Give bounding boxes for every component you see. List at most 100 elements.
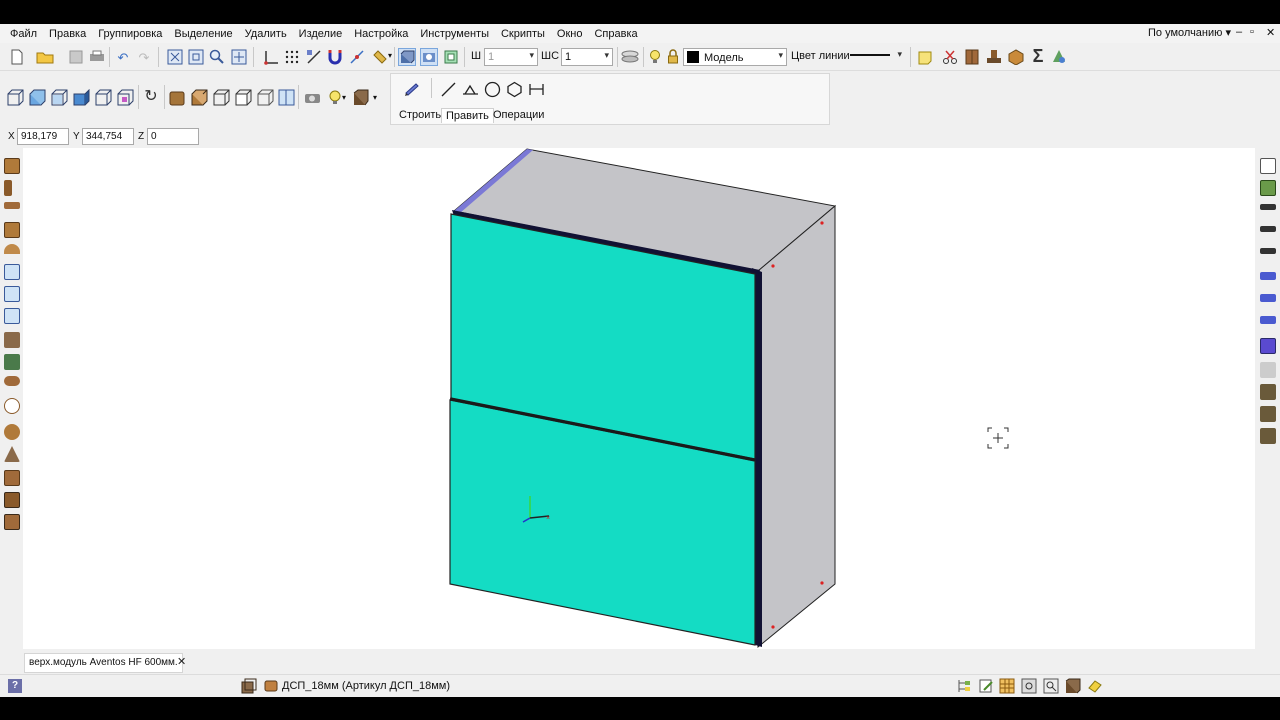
layer-visible-bulb-icon[interactable]: [646, 48, 664, 66]
y-coordinate-input[interactable]: 344,754: [82, 128, 134, 145]
tab-build[interactable]: Строить: [395, 108, 445, 122]
redo-icon[interactable]: ↷: [135, 48, 153, 66]
status-settings-icon[interactable]: [1020, 677, 1038, 695]
view-iso-icon[interactable]: [116, 88, 134, 106]
groove-add-icon[interactable]: [1260, 406, 1276, 422]
tab-operations[interactable]: Операции: [489, 108, 548, 122]
layers-icon[interactable]: [621, 48, 639, 66]
undo-icon[interactable]: ↶: [114, 48, 132, 66]
grid-snap-icon[interactable]: [283, 48, 301, 66]
panel-box-icon[interactable]: [4, 158, 20, 174]
measure-dropdown-arrow[interactable]: ▾: [388, 51, 392, 60]
draw-select-icon[interactable]: [403, 80, 421, 98]
dimension-add-icon[interactable]: [1260, 226, 1276, 232]
pan-icon[interactable]: [230, 48, 248, 66]
groove-remove-icon[interactable]: [1260, 428, 1276, 444]
bent-panel-icon[interactable]: [4, 376, 20, 386]
material-icon[interactable]: [1260, 338, 1276, 354]
dimension-remove-icon[interactable]: [1260, 248, 1276, 254]
view-top-icon[interactable]: [28, 88, 46, 106]
zoom-extents-icon[interactable]: [166, 48, 184, 66]
menu-product[interactable]: Изделие: [293, 28, 349, 40]
status-search-icon[interactable]: [1042, 677, 1060, 695]
extrude-icon[interactable]: [4, 470, 20, 486]
drawer-icon[interactable]: [4, 492, 20, 508]
layer-combo[interactable]: Модель ▾: [683, 48, 787, 66]
edge-band-icon[interactable]: [1260, 272, 1276, 280]
box-icon[interactable]: [1007, 48, 1025, 66]
view-left-icon[interactable]: [50, 88, 68, 106]
preset-dropdown[interactable]: По умолчанию ▾: [1148, 26, 1231, 39]
outline-mode-icon[interactable]: [256, 88, 274, 106]
rotate-view-icon[interactable]: ↻: [142, 88, 160, 106]
view-front-icon[interactable]: [6, 88, 24, 106]
menu-help[interactable]: Справка: [588, 28, 643, 40]
hidden-line-icon[interactable]: [234, 88, 252, 106]
line-color-combo[interactable]: ▾: [847, 48, 905, 66]
status-material-panel-icon[interactable]: [240, 677, 258, 695]
line-style-combo[interactable]: 1 ▾: [561, 48, 613, 66]
facade-icon[interactable]: [4, 514, 20, 530]
print-icon[interactable]: [88, 48, 106, 66]
door-icon[interactable]: [4, 354, 20, 370]
menu-edit[interactable]: Правка: [43, 28, 92, 40]
status-cabinet-icon[interactable]: [1064, 677, 1082, 695]
edge-band-add-icon[interactable]: [1260, 294, 1276, 302]
texture-icon[interactable]: [1260, 362, 1276, 378]
new-file-icon[interactable]: [8, 48, 26, 66]
snap-point-icon[interactable]: [348, 48, 366, 66]
camera-icon[interactable]: [303, 88, 321, 106]
vertical-split-icon[interactable]: [4, 286, 20, 302]
cabinet-icon[interactable]: [963, 48, 981, 66]
tab-edit[interactable]: Править: [441, 108, 494, 123]
zoom-icon[interactable]: [208, 48, 226, 66]
close-tab-icon[interactable]: ✕: [177, 655, 186, 668]
polyline-tool-icon[interactable]: [461, 80, 479, 98]
sum-icon[interactable]: Σ: [1029, 47, 1047, 65]
edge-band-remove-icon[interactable]: [1260, 316, 1276, 324]
properties-icon[interactable]: [1260, 158, 1276, 174]
3d-viewport[interactable]: ×: [23, 148, 1255, 649]
shelf-icon[interactable]: [4, 332, 20, 348]
magnet-icon[interactable]: [326, 48, 344, 66]
status-tree-icon[interactable]: [955, 677, 973, 695]
status-note-icon[interactable]: [1086, 677, 1104, 695]
polygon-tool-icon[interactable]: [505, 80, 523, 98]
restore-button[interactable]: ▫: [1250, 26, 1254, 38]
document-tab[interactable]: верх.модуль Aventos HF 600мм.: [24, 653, 183, 673]
horizontal-panel-icon[interactable]: [4, 202, 20, 209]
pyramid-icon[interactable]: [4, 446, 20, 462]
furniture-icon[interactable]: [985, 48, 1003, 66]
shaded-edges-icon[interactable]: [190, 88, 208, 106]
light-dropdown-arrow[interactable]: ▾: [342, 93, 346, 102]
status-edit-icon[interactable]: [977, 677, 995, 695]
model-tree-icon[interactable]: [1260, 180, 1276, 196]
scene-icon[interactable]: [1050, 48, 1068, 66]
menu-tools[interactable]: Инструменты: [414, 28, 495, 40]
front-panel-icon[interactable]: [4, 222, 20, 238]
circle-tool-icon[interactable]: [483, 80, 501, 98]
view-back-icon[interactable]: [94, 88, 112, 106]
cabinet-model[interactable]: ×: [23, 148, 1255, 649]
cut-scissors-icon[interactable]: [941, 48, 959, 66]
save-icon[interactable]: [67, 48, 85, 66]
groove-icon[interactable]: [1260, 384, 1276, 400]
vertical-panel-icon[interactable]: [4, 180, 12, 196]
x-coordinate-input[interactable]: 918,179: [17, 128, 69, 145]
section-view-icon[interactable]: [277, 88, 295, 106]
z-coordinate-input[interactable]: 0: [147, 128, 199, 145]
close-window-button[interactable]: ✕: [1266, 26, 1275, 39]
hardware-icon[interactable]: [4, 398, 20, 414]
dimension-tool-icon[interactable]: [527, 80, 545, 98]
menu-selection[interactable]: Выделение: [168, 28, 238, 40]
layer-lock-icon[interactable]: [664, 48, 682, 66]
dimension-list-icon[interactable]: [1260, 204, 1276, 210]
horizontal-split-icon[interactable]: [4, 308, 20, 324]
notes-icon[interactable]: [916, 48, 934, 66]
minimize-button[interactable]: –: [1236, 26, 1242, 38]
line-tool-icon[interactable]: [439, 80, 457, 98]
shaded-mode-icon[interactable]: [168, 88, 186, 106]
menu-scripts[interactable]: Скрипты: [495, 28, 551, 40]
wireframe-mode-icon[interactable]: [212, 88, 230, 106]
view-right-icon[interactable]: [72, 88, 90, 106]
